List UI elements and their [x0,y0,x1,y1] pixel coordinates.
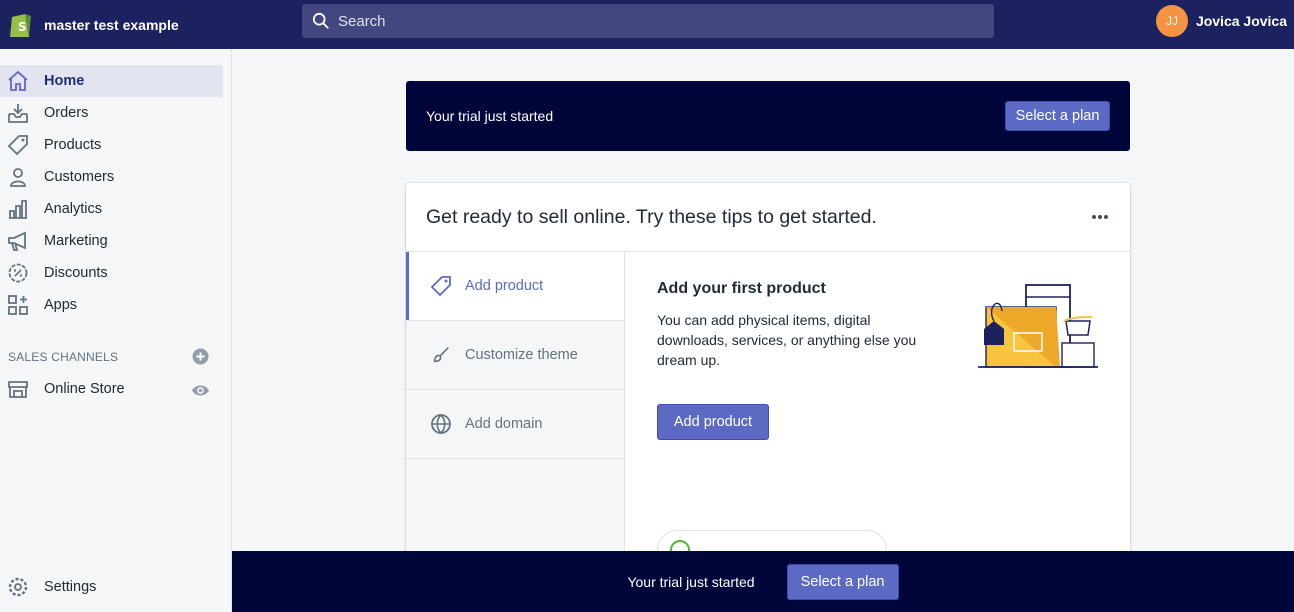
svg-text:S: S [18,20,27,34]
select-plan-button[interactable]: Select a plan [786,563,899,600]
eye-icon[interactable] [191,381,210,400]
tab-add-product[interactable]: Add product [406,252,624,321]
card-title: Get ready to sell online. Try these tips… [426,205,877,228]
setup-guide-card: Get ready to sell online. Try these tips… [406,183,1130,612]
search-placeholder: Search [338,12,386,30]
tab-customize-theme[interactable]: Customize theme [406,321,624,390]
user-menu[interactable]: JJ Jovica Jovica [1155,5,1287,37]
sidebar-item-label: Discounts [44,265,108,281]
sidebar-item-label: Online Store [44,381,125,397]
avatar: JJ [1155,5,1188,37]
sidebar-item-analytics[interactable]: Analytics [0,193,223,225]
sidebar: Home Orders Products Customers Analytics… [0,49,232,612]
sidebar-item-marketing[interactable]: Marketing [0,225,223,257]
sidebar-item-online-store[interactable]: Online Store [0,373,223,405]
apps-icon [7,294,29,316]
sidebar-item-customers[interactable]: Customers [0,161,223,193]
sidebar-item-label: Marketing [44,233,108,249]
product-box-illustration [978,284,1098,368]
trial-bottom-bar: Your trial just started Select a plan [232,551,1294,612]
orders-icon [7,102,29,124]
user-name: Jovica Jovica [1195,13,1287,29]
store-brand[interactable]: S master test example [0,11,302,39]
search-input[interactable]: Search [302,4,994,38]
analytics-icon [7,198,29,220]
sales-channels-heading: SALES CHANNELS [8,350,119,364]
sidebar-item-orders[interactable]: Orders [0,97,223,129]
search-icon [312,12,329,29]
customer-icon [7,166,29,188]
store-name: master test example [44,16,179,33]
tag-icon [430,275,452,297]
sidebar-item-label: Orders [44,105,89,121]
tab-label: Add product [465,278,544,294]
trial-text: Your trial just started [627,573,755,590]
store-icon [7,378,29,400]
tag-icon [7,134,29,156]
more-actions-icon[interactable] [1090,209,1110,225]
home-icon [7,70,29,92]
card-header: Get ready to sell online. Try these tips… [406,183,1130,252]
select-plan-button[interactable]: Select a plan [1005,101,1110,131]
panel-description: You can add physical items, digital down… [657,312,917,368]
tab-label: Customize theme [465,347,578,363]
top-bar: S master test example Search JJ Jovica J… [0,0,1294,49]
sidebar-item-apps[interactable]: Apps [0,289,223,321]
add-channel-icon[interactable] [192,348,209,365]
add-product-button[interactable]: Add product [657,404,769,440]
sidebar-item-home[interactable]: Home [0,65,223,97]
sidebar-item-label: Products [44,137,102,153]
discount-icon [7,262,29,284]
trial-banner: Your trial just started Select a plan [406,81,1130,151]
tab-label: Add domain [465,416,543,432]
gear-icon [7,576,29,598]
brush-icon [430,344,452,366]
tab-add-domain[interactable]: Add domain [406,390,624,459]
sidebar-item-discounts[interactable]: Discounts [0,257,223,289]
globe-icon [430,413,452,435]
sidebar-item-label: Apps [44,297,78,313]
megaphone-icon [7,230,29,252]
shopify-logo-icon: S [10,13,31,37]
sidebar-item-label: Customers [44,169,115,185]
sidebar-item-products[interactable]: Products [0,129,223,161]
sidebar-item-label: Analytics [44,201,103,217]
sidebar-item-label: Settings [44,579,97,595]
sidebar-item-settings[interactable]: Settings [0,571,223,603]
sidebar-item-label: Home [44,73,85,89]
trial-text: Your trial just started [426,108,554,124]
